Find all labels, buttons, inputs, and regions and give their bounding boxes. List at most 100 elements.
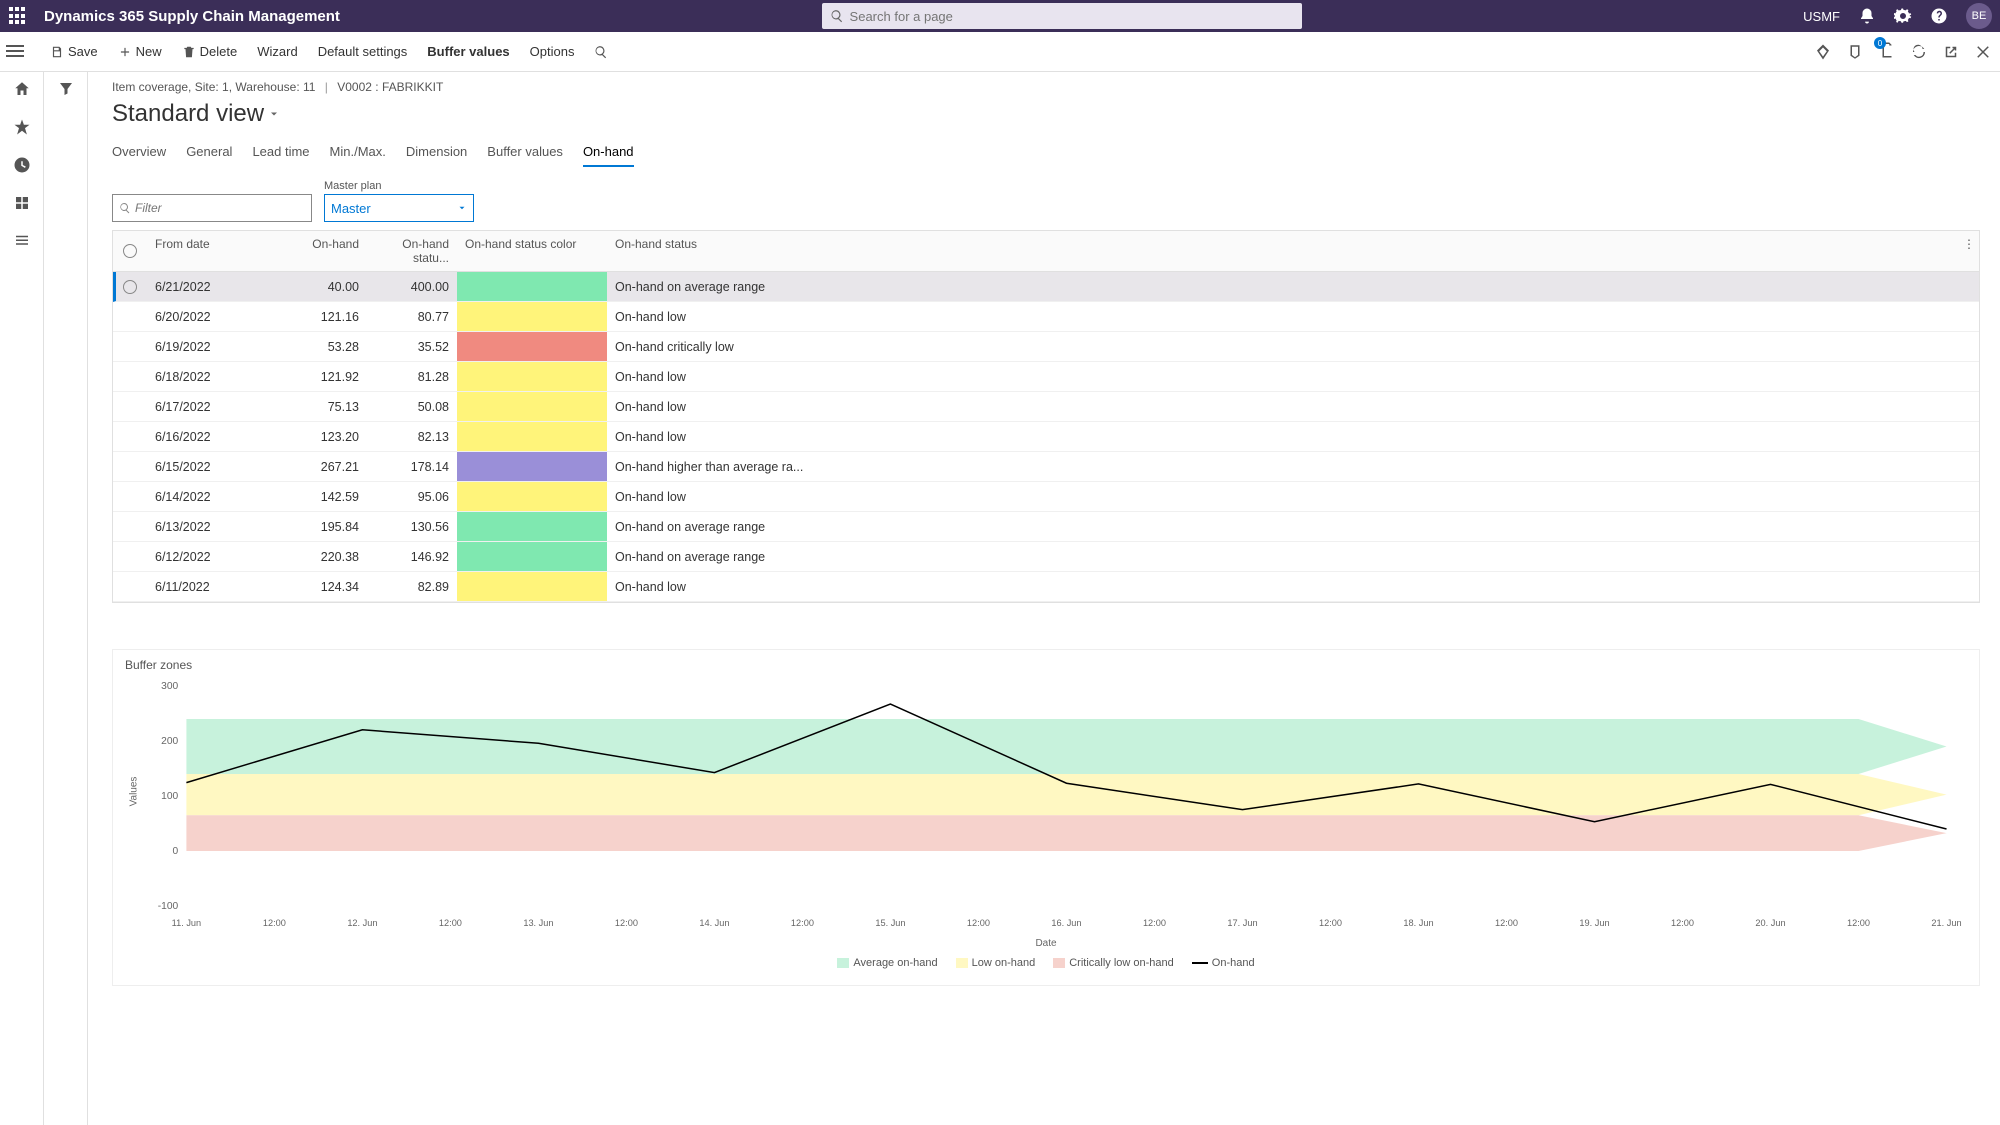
default-settings-button[interactable]: Default settings <box>308 40 418 63</box>
row-checkbox[interactable] <box>113 362 147 391</box>
col-status-color[interactable]: On‑hand status color <box>457 231 607 271</box>
svg-text:12:00: 12:00 <box>1847 918 1870 928</box>
attach-icon[interactable] <box>1814 43 1832 61</box>
row-checkbox[interactable] <box>113 572 147 601</box>
global-search[interactable] <box>822 3 1302 29</box>
cell-pct: 146.92 <box>367 542 457 571</box>
master-plan-group: Master plan Master <box>324 180 474 222</box>
row-checkbox[interactable] <box>113 422 147 451</box>
options-button[interactable]: Options <box>520 40 585 63</box>
row-checkbox[interactable] <box>113 332 147 361</box>
table-row[interactable]: 6/18/2022121.9281.28On-hand low <box>113 362 1979 392</box>
svg-text:14. Jun: 14. Jun <box>699 918 729 928</box>
tab-on-hand[interactable]: On‑hand <box>583 138 634 167</box>
help-icon[interactable] <box>1930 7 1948 25</box>
delete-button[interactable]: Delete <box>172 40 248 63</box>
global-search-input[interactable] <box>850 9 1294 24</box>
chevron-down-icon <box>457 203 467 213</box>
row-checkbox[interactable] <box>113 482 147 511</box>
refresh-icon[interactable] <box>1910 43 1928 61</box>
cell-date: 6/11/2022 <box>147 572 277 601</box>
table-row[interactable]: 6/21/202240.00400.00On-hand on average r… <box>113 272 1979 302</box>
nav-toggle-icon[interactable] <box>6 42 24 60</box>
user-avatar[interactable]: BE <box>1966 3 1992 29</box>
recent-icon[interactable] <box>13 156 31 174</box>
grid-filter-input[interactable] <box>135 201 305 215</box>
chart-ylabel: Values <box>128 777 139 807</box>
row-checkbox[interactable] <box>113 302 147 331</box>
tab-general[interactable]: General <box>186 138 232 167</box>
cell-pct: 400.00 <box>367 272 457 301</box>
action-search-button[interactable] <box>584 41 618 63</box>
table-row[interactable]: 6/13/2022195.84130.56On-hand on average … <box>113 512 1979 542</box>
home-icon[interactable] <box>13 80 31 98</box>
table-row[interactable]: 6/17/202275.1350.08On-hand low <box>113 392 1979 422</box>
col-status[interactable]: On‑hand status <box>607 231 1955 271</box>
app-launcher-icon[interactable] <box>8 6 28 26</box>
grid-filter[interactable] <box>112 194 312 222</box>
chart-title: Buffer zones <box>125 658 1967 672</box>
col-from-date[interactable]: From date <box>147 231 277 271</box>
cell-color <box>457 422 607 451</box>
buffer-values-button[interactable]: Buffer values <box>417 40 519 63</box>
svg-text:12. Jun: 12. Jun <box>347 918 377 928</box>
tab-lead-time[interactable]: Lead time <box>252 138 309 167</box>
bell-icon[interactable] <box>1858 7 1876 25</box>
row-checkbox[interactable] <box>113 542 147 571</box>
tab-buffer-values[interactable]: Buffer values <box>487 138 563 167</box>
buffer-zones-chart: Buffer zones Values -100010020030011. Ju… <box>112 649 1980 986</box>
breadcrumb-item: V0002 : FABRIKKIT <box>337 80 443 94</box>
save-button[interactable]: Save <box>40 40 108 63</box>
wizard-button[interactable]: Wizard <box>247 40 307 63</box>
new-button[interactable]: New <box>108 40 172 63</box>
filter-pane-toggle <box>44 72 88 1125</box>
col-onhand[interactable]: On‑hand <box>277 231 367 271</box>
col-status-pct[interactable]: On‑hand statu... <box>367 231 457 271</box>
table-row[interactable]: 6/15/2022267.21178.14On-hand higher than… <box>113 452 1979 482</box>
document-badge: 0 <box>1874 37 1886 49</box>
grid-menu-icon[interactable]: ⋮ <box>1955 231 1979 271</box>
pin-icon[interactable] <box>1846 43 1864 61</box>
cell-status: On-hand low <box>607 572 1979 601</box>
cell-color <box>457 332 607 361</box>
cell-status: On-hand on average range <box>607 542 1979 571</box>
tab-min-max-[interactable]: Min./Max. <box>330 138 386 167</box>
table-row[interactable]: 6/20/2022121.1680.77On-hand low <box>113 302 1979 332</box>
default-settings-label: Default settings <box>318 44 408 59</box>
select-all[interactable] <box>113 231 147 271</box>
row-checkbox[interactable] <box>113 272 147 301</box>
gear-icon[interactable] <box>1894 7 1912 25</box>
popout-icon[interactable] <box>1942 43 1960 61</box>
company-code[interactable]: USMF <box>1803 9 1840 24</box>
table-row[interactable]: 6/12/2022220.38146.92On-hand on average … <box>113 542 1979 572</box>
table-row[interactable]: 6/19/202253.2835.52On-hand critically lo… <box>113 332 1979 362</box>
close-icon[interactable] <box>1974 43 1992 61</box>
cell-onhand: 75.13 <box>277 392 367 421</box>
cell-pct: 50.08 <box>367 392 457 421</box>
cell-onhand: 121.16 <box>277 302 367 331</box>
table-row[interactable]: 6/11/2022124.3482.89On-hand low <box>113 572 1979 602</box>
view-selector[interactable]: Standard view <box>112 98 1980 138</box>
svg-text:15. Jun: 15. Jun <box>875 918 905 928</box>
row-checkbox[interactable] <box>113 392 147 421</box>
save-icon <box>50 45 64 59</box>
row-checkbox[interactable] <box>113 452 147 481</box>
tab-overview[interactable]: Overview <box>112 138 166 167</box>
table-row[interactable]: 6/14/2022142.5995.06On-hand low <box>113 482 1979 512</box>
workspaces-icon[interactable] <box>13 194 31 212</box>
cell-onhand: 195.84 <box>277 512 367 541</box>
svg-text:300: 300 <box>161 681 178 692</box>
delete-label: Delete <box>200 44 238 59</box>
tab-dimension[interactable]: Dimension <box>406 138 467 167</box>
star-icon[interactable] <box>13 118 31 136</box>
cell-date: 6/16/2022 <box>147 422 277 451</box>
modules-icon[interactable] <box>13 232 31 250</box>
table-row[interactable]: 6/16/2022123.2082.13On-hand low <box>113 422 1979 452</box>
cell-date: 6/20/2022 <box>147 302 277 331</box>
cell-color <box>457 392 607 421</box>
cell-color <box>457 362 607 391</box>
row-checkbox[interactable] <box>113 512 147 541</box>
breadcrumb-separator: | <box>325 80 328 94</box>
master-plan-dropdown[interactable]: Master <box>324 194 474 222</box>
funnel-icon[interactable] <box>57 80 75 98</box>
